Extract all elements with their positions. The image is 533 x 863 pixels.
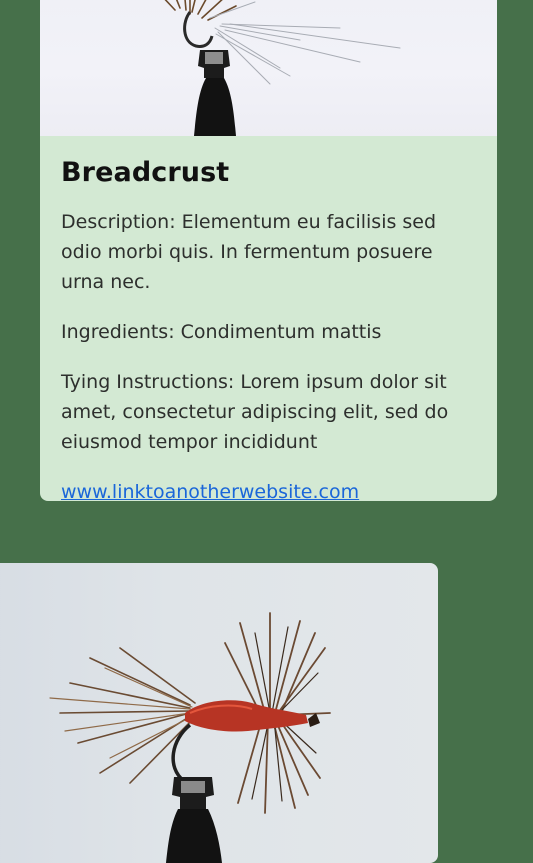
fly-card-body: Breadcrust Description: Elementum eu fac…	[61, 156, 481, 501]
fly-ingredients: Ingredients: Condimentum mattis	[61, 321, 382, 343]
fly-title: Breadcrust	[61, 157, 230, 188]
fly-description: Description: Elementum eu facilisis sed …	[61, 211, 437, 293]
fly-card	[0, 563, 438, 863]
fly-photo	[40, 0, 497, 136]
fly-card: Breadcrust Description: Elementum eu fac…	[40, 0, 497, 501]
fly-photo	[0, 563, 438, 863]
fly-tying-instructions: Tying Instructions: Lorem ipsum dolor si…	[61, 371, 449, 453]
external-website-link[interactable]: www.linktoanotherwebsite.com	[61, 477, 359, 501]
fly-photo-icon	[49, 612, 331, 863]
fly-photo-icon	[164, 0, 401, 136]
